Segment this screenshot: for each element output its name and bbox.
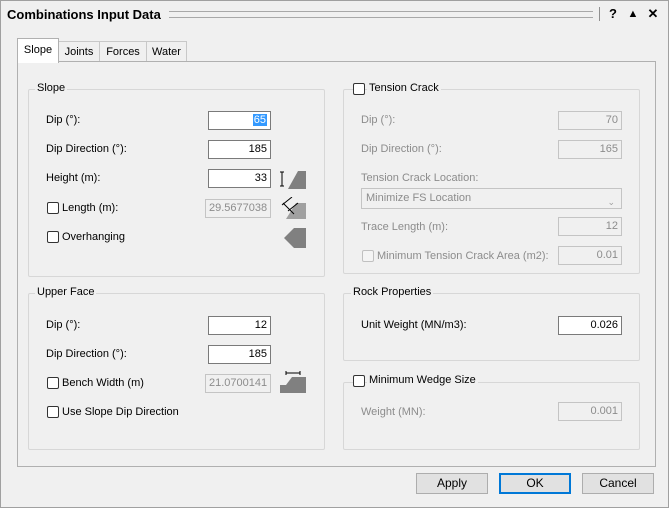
overhanging-label: Overhanging (62, 231, 125, 243)
bench-width-icon (280, 371, 306, 393)
unit-weight-input[interactable]: 0.026 (558, 316, 622, 335)
tension-crack-location-label: Tension Crack Location: (361, 172, 479, 184)
upper-face-dip-direction-label: Dip Direction (°): (46, 348, 127, 360)
slope-dip-value: 65 (252, 114, 267, 126)
title-separator (599, 7, 600, 21)
drag-grip[interactable] (169, 11, 593, 18)
tab-slope[interactable]: Slope (17, 38, 59, 63)
use-slope-dip-direction-label: Use Slope Dip Direction (62, 406, 179, 418)
min-wedge-size-checkbox[interactable] (353, 375, 365, 387)
cancel-button[interactable]: Cancel (582, 473, 654, 494)
apply-button[interactable]: Apply (416, 473, 488, 494)
min-wedge-size-group-title: Minimum Wedge Size (367, 374, 478, 386)
slope-length-checkbox[interactable] (47, 202, 59, 214)
min-tension-crack-area-label: Minimum Tension Crack Area (m2): (377, 250, 549, 262)
upper-face-dip-direction-input[interactable]: 185 (208, 345, 271, 364)
tab-joints[interactable]: Joints (58, 41, 100, 62)
unit-weight-label: Unit Weight (MN/m3): (361, 319, 467, 331)
min-tension-crack-area-input[interactable]: 0.01 (558, 246, 622, 265)
use-slope-dip-direction-checkbox[interactable] (47, 406, 59, 418)
slope-length-icon (280, 197, 306, 219)
slope-dip-direction-input[interactable]: 185 (208, 140, 271, 159)
slope-dip-input[interactable]: 65 (208, 111, 271, 130)
collapse-icon[interactable]: ▲ (625, 5, 641, 23)
overhanging-icon (280, 228, 306, 248)
bench-width-input[interactable]: 21.0700141 (205, 374, 271, 393)
tension-crack-dip-input[interactable]: 70 (558, 111, 622, 130)
trace-length-input[interactable]: 12 (558, 217, 622, 236)
upper-face-group-title: Upper Face (35, 286, 97, 298)
ok-button[interactable]: OK (499, 473, 571, 494)
help-icon[interactable]: ? (605, 5, 621, 23)
slope-length-label: Length (m): (62, 202, 119, 214)
wedge-weight-label: Weight (MN): (361, 406, 426, 418)
upper-face-dip-label: Dip (°): (46, 319, 81, 331)
slope-length-input[interactable]: 29.5677038 (205, 199, 271, 218)
upper-face-dip-input[interactable]: 12 (208, 316, 271, 335)
close-icon[interactable]: ✕ (645, 5, 661, 23)
tension-crack-group-title: Tension Crack (367, 82, 441, 94)
bench-width-label: Bench Width (m) (62, 377, 144, 389)
tension-crack-location-select[interactable]: Minimize FS Location ⌄ (361, 188, 622, 209)
dialog-window: Combinations Input Data ? ▲ ✕ Slope Join… (0, 0, 669, 508)
slope-height-label: Height (m): (46, 172, 101, 184)
slope-height-input[interactable]: 33 (208, 169, 271, 188)
chevron-down-icon: ⌄ (607, 197, 615, 207)
tension-crack-location-value: Minimize FS Location (366, 192, 472, 204)
min-tension-crack-area-checkbox[interactable] (362, 250, 374, 262)
bench-width-checkbox[interactable] (47, 377, 59, 389)
tab-forces[interactable]: Forces (99, 41, 147, 62)
tension-crack-dip-direction-label: Dip Direction (°): (361, 143, 442, 155)
tab-water[interactable]: Water (146, 41, 187, 62)
trace-length-label: Trace Length (m): (361, 221, 449, 233)
overhanging-checkbox[interactable] (47, 231, 59, 243)
tension-crack-checkbox[interactable] (353, 83, 365, 95)
tension-crack-dip-label: Dip (°): (361, 114, 396, 126)
slope-group-title: Slope (35, 82, 68, 94)
slope-height-icon (280, 171, 306, 189)
tension-crack-dip-direction-input[interactable]: 165 (558, 140, 622, 159)
dialog-title: Combinations Input Data (7, 7, 161, 22)
slope-dip-label: Dip (°): (46, 114, 81, 126)
rock-properties-group-title: Rock Properties (351, 286, 434, 298)
wedge-weight-input[interactable]: 0.001 (558, 402, 622, 421)
title-bar[interactable]: Combinations Input Data ? ▲ ✕ (1, 1, 668, 27)
slope-dip-direction-label: Dip Direction (°): (46, 143, 127, 155)
